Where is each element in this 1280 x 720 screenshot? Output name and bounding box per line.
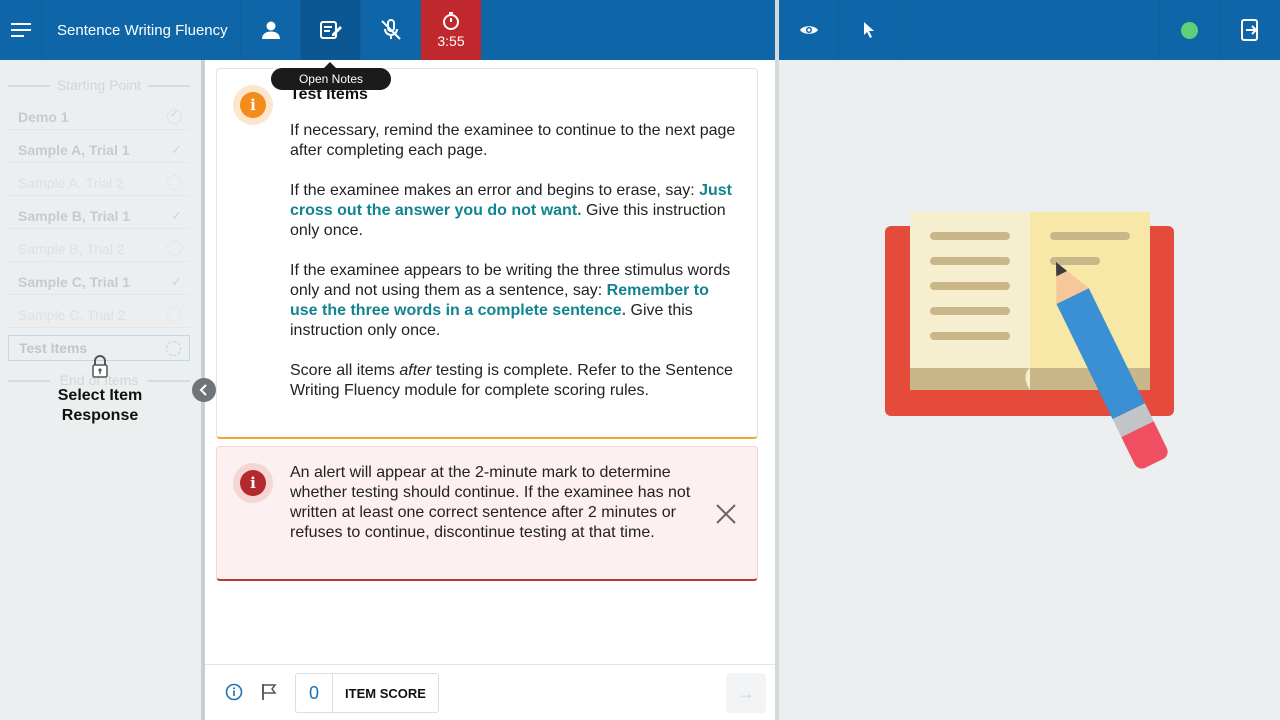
test-title: Sentence Writing Fluency <box>42 0 241 60</box>
chevron-left-icon <box>199 384 207 396</box>
info-circle-icon[interactable] <box>225 683 243 701</box>
sidebar-item-sample-a-2[interactable]: Sample A, Trial 2 <box>8 170 190 196</box>
notes-button[interactable] <box>301 0 361 60</box>
sidebar-item-label: Demo 1 <box>18 108 69 125</box>
pending-circle-icon <box>167 241 182 256</box>
arrow-right-icon: → <box>737 682 755 703</box>
checkmark-icon: ✓ <box>171 273 182 289</box>
starting-point-label: Starting Point <box>8 77 190 93</box>
sidebar-item-label: Sample C, Trial 1 <box>18 273 131 290</box>
sidebar-item-label: Test Items <box>19 340 88 356</box>
next-item-button[interactable]: → <box>726 673 766 713</box>
connection-status <box>1160 0 1220 60</box>
timer-button[interactable]: 3:55 <box>421 0 481 60</box>
checkmark-icon: ✓ <box>171 141 182 157</box>
sidebar-item-sample-a-1[interactable]: Sample A, Trial 1 ✓ <box>8 137 190 163</box>
sidebar-item-sample-c-2[interactable]: Sample C, Trial 2 <box>8 302 190 328</box>
sidebar-item-sample-c-1[interactable]: Sample C, Trial 1 ✓ <box>8 269 190 295</box>
eye-icon <box>799 26 818 34</box>
sidebar-item-demo-1[interactable]: Demo 1 ✓ <box>8 104 190 130</box>
item-footer: 0 ITEM SCORE → <box>205 664 775 720</box>
pointer-button[interactable] <box>839 0 899 60</box>
notes-icon <box>319 21 342 39</box>
flag-icon[interactable] <box>261 683 277 701</box>
item-score-label: ITEM SCORE <box>345 685 426 701</box>
note-paragraph-3: If the examinee appears to be writing th… <box>290 262 731 339</box>
item-score-value: 0 <box>296 674 333 712</box>
alert-text: An alert will appear at the 2-minute mar… <box>290 464 691 541</box>
pending-circle-icon <box>167 175 182 190</box>
preview-button[interactable] <box>779 0 839 60</box>
exit-button[interactable] <box>1220 0 1280 60</box>
item-score-box[interactable]: 0 ITEM SCORE <box>295 673 439 713</box>
select-item-response-label: Select Item Response <box>57 387 143 424</box>
sidebar-item-label: Sample B, Trial 1 <box>18 207 131 224</box>
alert-icon: i <box>240 470 266 496</box>
sidebar-item-label: Sample B, Trial 2 <box>18 240 125 257</box>
note-paragraph-1: If necessary, remind the examinee to con… <box>290 122 736 159</box>
close-icon[interactable] <box>715 503 737 525</box>
stopwatch-icon <box>443 11 459 30</box>
status-dot-icon <box>1181 21 1198 39</box>
checkmark-icon: ✓ <box>171 207 182 223</box>
sidebar-item-sample-b-2[interactable]: Sample B, Trial 2 <box>8 236 190 262</box>
cursor-icon <box>863 22 874 38</box>
current-circle-icon <box>166 340 181 356</box>
lock-icon <box>92 355 108 378</box>
examinee-toolbar <box>779 0 1280 60</box>
note-paragraph-4: Score all items after testing is complet… <box>290 362 733 399</box>
alert-badge: i <box>233 463 273 503</box>
test-items-note-card: i Test Items If necessary, remind the ex… <box>216 68 758 439</box>
examiner-toolbar: Sentence Writing Fluency 3:55 <box>0 0 775 60</box>
hamburger-icon <box>10 23 31 37</box>
timer-value: 3:55 <box>437 32 465 49</box>
toolbar-spacer-right <box>899 0 1160 60</box>
exit-screen-icon <box>1241 19 1258 41</box>
discontinue-alert-card: i An alert will appear at the 2-minute m… <box>216 446 758 581</box>
check-circle-icon: ✓ <box>167 108 182 124</box>
microphone-button[interactable] <box>361 0 421 60</box>
open-notes-tooltip: Open Notes <box>271 62 391 90</box>
pending-circle-icon <box>167 307 182 322</box>
mic-off-icon <box>380 19 401 40</box>
panel-divider[interactable] <box>775 0 779 720</box>
note-body: If necessary, remind the examinee to con… <box>290 121 740 421</box>
info-icon: i <box>240 92 266 118</box>
person-icon <box>261 21 280 39</box>
sidebar-item-label: Sample C, Trial 2 <box>18 306 126 323</box>
collapse-sidebar-button[interactable] <box>192 378 216 402</box>
book-and-pencil-illustration <box>885 212 1174 469</box>
note-paragraph-2: If the examinee makes an error and begin… <box>290 182 733 239</box>
sidebar-item-label: Sample A, Trial 1 <box>18 141 130 158</box>
examinee-button[interactable] <box>241 0 301 60</box>
sidebar-item-sample-b-1[interactable]: Sample B, Trial 1 ✓ <box>8 203 190 229</box>
info-badge: i <box>233 85 273 125</box>
sidebar-item-label: Sample A, Trial 2 <box>18 174 124 191</box>
menu-button[interactable] <box>0 0 42 60</box>
